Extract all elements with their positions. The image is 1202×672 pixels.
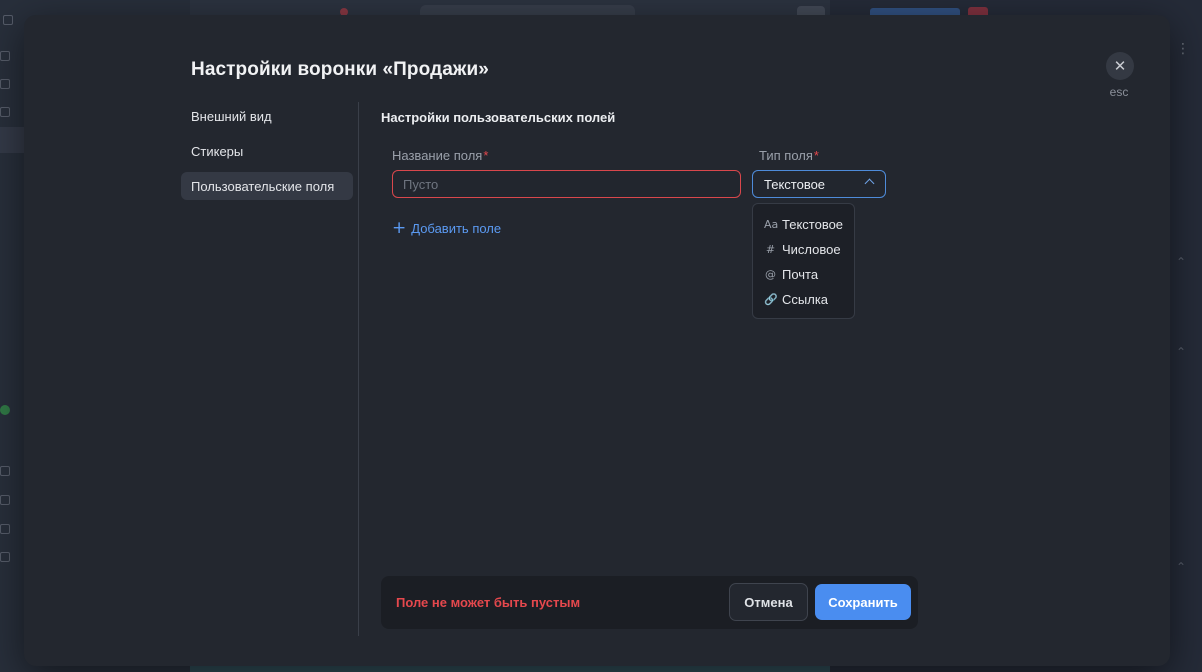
required-mark: *: [813, 148, 819, 163]
modal-footer: Поле не может быть пустым Отмена Сохрани…: [381, 576, 918, 629]
option-number[interactable]: # Числовое: [753, 237, 854, 262]
option-text[interactable]: Aa Текстовое: [753, 212, 854, 237]
option-label: Ссылка: [782, 292, 829, 307]
funnel-settings-modal: Настройки воронки «Продажи» ✕ esc Внешни…: [24, 15, 1170, 666]
option-email[interactable]: @ Почта: [753, 262, 854, 287]
plus-icon: +: [392, 218, 407, 238]
nav-item-appearance[interactable]: Внешний вид: [181, 102, 353, 130]
close-hint: esc: [1109, 85, 1129, 99]
chevron-up-icon: [864, 178, 875, 189]
close-control: ✕ esc: [1105, 52, 1135, 99]
field-type-dropdown: Aa Текстовое # Числовое @ Почта 🔗 Ссылка: [752, 203, 855, 319]
at-icon: @: [765, 268, 776, 281]
field-type-value: Текстовое: [764, 176, 826, 192]
nav-item-stickers[interactable]: Стикеры: [181, 137, 353, 165]
option-label: Текстовое: [782, 217, 844, 232]
option-label: Почта: [782, 267, 819, 282]
close-button[interactable]: ✕: [1106, 52, 1134, 80]
field-name-input[interactable]: [392, 170, 741, 198]
save-button[interactable]: Сохранить: [815, 584, 911, 620]
field-type-select[interactable]: Текстовое: [752, 170, 886, 198]
nav-divider: [358, 102, 359, 636]
nav-item-custom-fields[interactable]: Пользовательские поля: [181, 172, 353, 200]
close-icon: ✕: [1113, 57, 1127, 75]
add-field-label: Добавить поле: [411, 221, 502, 236]
validation-error: Поле не может быть пустым: [396, 595, 581, 610]
cancel-button[interactable]: Отмена: [729, 583, 808, 621]
hash-icon: #: [765, 243, 776, 256]
text-format-icon: Aa: [764, 218, 779, 231]
required-mark: *: [483, 148, 489, 163]
add-field-button[interactable]: + Добавить поле: [392, 218, 502, 238]
field-name-label: Название поля*: [392, 148, 488, 163]
field-type-label-text: Тип поля: [759, 148, 813, 163]
option-link[interactable]: 🔗 Ссылка: [753, 287, 854, 312]
field-type-label: Тип поля*: [759, 148, 819, 163]
field-name-label-text: Название поля: [392, 148, 483, 163]
option-label: Числовое: [782, 242, 841, 257]
section-title: Настройки пользовательских полей: [381, 110, 616, 125]
link-icon: 🔗: [764, 293, 778, 306]
settings-nav: Внешний вид Стикеры Пользовательские пол…: [181, 102, 353, 207]
modal-title: Настройки воронки «Продажи»: [191, 59, 489, 80]
